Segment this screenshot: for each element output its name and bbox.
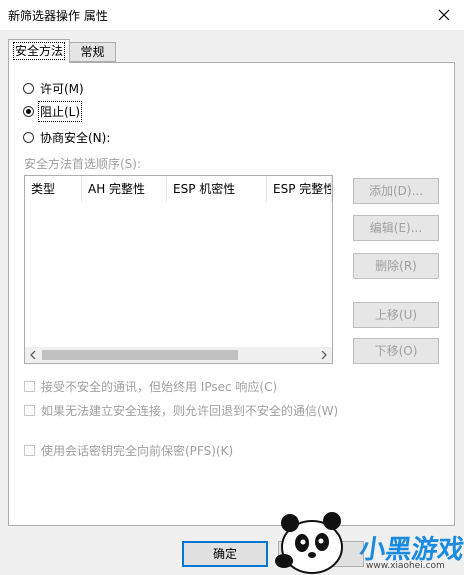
window-title: 新筛选器操作 属性 bbox=[8, 9, 108, 23]
radio-negotiate[interactable]: 协商安全(N): bbox=[23, 129, 110, 145]
checkbox-box bbox=[24, 404, 35, 416]
tab-label: 安全方法 bbox=[12, 42, 66, 60]
move-up-button[interactable]: 上移(U) bbox=[353, 302, 439, 328]
checkbox-accept-unsecured[interactable]: 接受不安全的通讯，但始终用 IPsec 响应(C) bbox=[24, 379, 278, 394]
checkbox-box bbox=[24, 380, 35, 392]
security-methods-list[interactable]: 类型 AH 完整性 ESP 机密性 ESP 完整性 bbox=[24, 175, 333, 364]
scroll-right-icon[interactable] bbox=[316, 347, 332, 363]
checkbox-label: 接受不安全的通讯，但始终用 IPsec 响应(C) bbox=[41, 379, 278, 394]
radio-label: 协商安全(N): bbox=[40, 130, 111, 145]
column-header-ah-integrity[interactable]: AH 完整性 bbox=[82, 176, 167, 202]
radio-dot bbox=[23, 82, 34, 94]
move-down-button[interactable]: 下移(O) bbox=[353, 338, 439, 364]
add-button[interactable]: 添加(D)... bbox=[353, 178, 439, 204]
ok-button[interactable]: 确定 bbox=[182, 541, 268, 567]
radio-dot bbox=[23, 105, 34, 117]
tab-security-methods[interactable]: 安全方法 bbox=[8, 39, 70, 63]
panda-icon bbox=[275, 512, 343, 574]
column-header-type[interactable]: 类型 bbox=[25, 176, 82, 202]
title-bar: 新筛选器操作 属性 bbox=[0, 0, 464, 30]
column-header-esp-confidentiality[interactable]: ESP 机密性 bbox=[167, 176, 267, 202]
scrollbar-thumb[interactable] bbox=[42, 350, 238, 360]
radio-label: 阻止(L) bbox=[37, 100, 83, 122]
list-header: 类型 AH 完整性 ESP 机密性 ESP 完整性 bbox=[25, 176, 332, 202]
checkbox-label: 使用会话密钥完全向前保密(PFS)(K) bbox=[41, 443, 234, 458]
column-header-esp-integrity[interactable]: ESP 完整性 bbox=[267, 176, 332, 202]
checkbox-pfs[interactable]: 使用会话密钥完全向前保密(PFS)(K) bbox=[24, 443, 234, 458]
radio-label: 许可(M) bbox=[40, 81, 84, 96]
scroll-left-icon[interactable] bbox=[25, 347, 41, 363]
radio-block[interactable]: 阻止(L) bbox=[23, 100, 83, 122]
watermark-logo: 小黑游戏 www.xiaohei.com bbox=[268, 495, 464, 575]
checkbox-box bbox=[24, 444, 35, 456]
watermark-url: www.xiaohei.com bbox=[366, 561, 445, 571]
checkbox-allow-fallback[interactable]: 如果无法建立安全连接，则允许回退到不安全的通信(W) bbox=[24, 403, 339, 418]
horizontal-scrollbar[interactable] bbox=[25, 347, 332, 363]
remove-button[interactable]: 删除(R) bbox=[353, 253, 439, 279]
edit-button[interactable]: 编辑(E)... bbox=[353, 215, 439, 241]
close-icon bbox=[438, 9, 450, 21]
methods-order-label: 安全方法首选顺序(S): bbox=[24, 157, 142, 171]
tab-general[interactable]: 常规 bbox=[70, 42, 116, 62]
radio-permit[interactable]: 许可(M) bbox=[23, 80, 84, 96]
radio-dot bbox=[23, 131, 34, 143]
close-button[interactable] bbox=[424, 0, 464, 30]
checkbox-label: 如果无法建立安全连接，则允许回退到不安全的通信(W) bbox=[41, 403, 339, 418]
tab-label: 常规 bbox=[80, 45, 105, 59]
